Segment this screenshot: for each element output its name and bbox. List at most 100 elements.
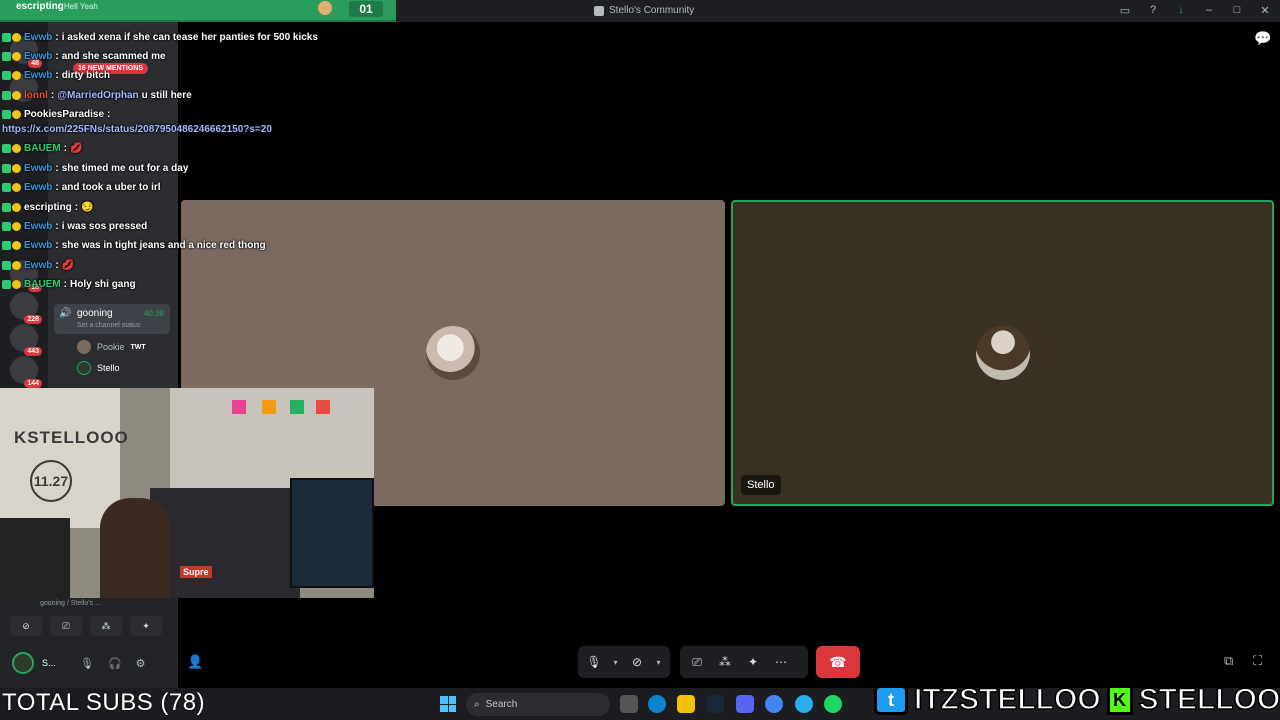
activities-icon[interactable]: ⁂ [714,651,736,673]
webcam-feed: KSTELLOOO 11.27 Supre [0,388,374,598]
webcam-box: KSTELLOOO 11.27 [0,388,128,528]
voice-action-buttons: ⊘ ⎚ ⁂ ✦ [10,616,166,636]
edge-icon[interactable] [648,695,666,713]
badge-icon [2,164,11,173]
chat-username[interactable]: escripting [24,202,72,213]
soundboard-icon[interactable]: ✦ [130,616,162,636]
badge-icon [2,203,11,212]
voice-member-pookie[interactable]: Pookie TWT [77,340,146,354]
search-icon: ⌕ [474,699,480,710]
chat-bubble-icon[interactable]: 💬 [1254,30,1271,46]
chat-separator: : [63,279,68,290]
chat-username[interactable]: BAUEM [24,143,61,154]
server-icon[interactable]: 144 [10,356,42,388]
chat-username[interactable]: Ewwb [24,240,52,251]
pop-out-icon[interactable]: ⧉ [1224,653,1233,669]
screen-share-icon[interactable]: ⎚ [686,651,708,673]
chevron-down-icon[interactable]: ▾ [653,651,664,673]
chat-text: i was sos pressed [61,221,148,232]
close-icon[interactable]: ✕ [1258,4,1272,17]
file-explorer-icon[interactable] [677,695,695,713]
chat-separator: : [63,143,68,154]
kick-handle: STELLOOO [1138,682,1280,717]
chat-separator: : [55,51,59,62]
chevron-down-icon[interactable]: ▾ [610,651,621,673]
fullscreen-icon[interactable]: ⛶ [1253,653,1262,669]
chat-badges [2,222,21,231]
voice-member-stello[interactable]: Stello [77,361,120,375]
microphone-icon[interactable]: 🎙 [80,657,94,670]
gear-icon[interactable]: ⚙ [136,657,146,670]
badge-icon [2,222,11,231]
app-icon[interactable] [620,695,638,713]
chat-mention[interactable]: @MarriedOrphan [57,90,138,101]
telegram-icon[interactable] [795,695,813,713]
windows-start-icon[interactable] [440,696,456,712]
badge-icon [2,261,11,270]
chat-username[interactable]: Ewwb [24,182,52,193]
avatar [426,326,480,380]
minimize-icon[interactable]: – [1202,4,1216,17]
discord-icon[interactable] [736,695,754,713]
member-name: Pookie [97,342,125,352]
social-banner: t ITZSTELLOO K STELLOOO [874,682,1280,718]
add-user-icon[interactable]: 👤 [187,654,203,670]
chat-badges [2,33,21,42]
chat-username[interactable]: lonnl [24,90,48,101]
alert-message: Hell Yeah [64,2,98,11]
channel-status[interactable]: Set a channel status [77,322,140,329]
chat-message: lonnl : @MarriedOrphan u still here [2,90,192,101]
chat-separator: : [55,182,59,193]
spotify-icon[interactable] [824,695,842,713]
soundboard-icon[interactable]: ✦ [742,651,764,673]
avatar[interactable] [12,652,34,674]
maximize-icon[interactable]: □ [1230,4,1244,17]
screen-share-icon[interactable]: ⎚ [50,616,82,636]
activities-icon[interactable]: ⁂ [90,616,122,636]
camera-off-icon[interactable]: ⊘ [10,616,42,636]
chat-username[interactable]: Ewwb [24,70,52,81]
chat-message: PookiesParadise : [2,109,113,120]
help-icon[interactable]: ? [1146,4,1160,17]
chat-username[interactable]: Ewwb [24,51,52,62]
webcam-chair [0,518,70,598]
discord-logo-icon [594,5,604,16]
chat-text: 💋 [61,260,75,271]
avatar [975,326,1030,380]
alert-count: 01 [349,1,383,17]
box-text: KSTELLOOO [14,428,129,447]
box-number: 11.27 [30,460,72,502]
server-icon[interactable]: 443 [10,324,42,356]
voice-connection-info[interactable]: gooning / Stello's ... [40,600,101,607]
chat-username[interactable]: Ewwb [24,32,52,43]
twitter-icon: t [874,685,908,715]
camera-off-icon[interactable]: ⊘ [627,651,647,673]
chat-message: escripting : 😏 [2,202,94,213]
chat-username[interactable]: Ewwb [24,260,52,271]
activity-controls: ⎚ ⁂ ✦ ⋯ [680,646,808,678]
download-icon[interactable]: ↓ [1174,4,1188,17]
more-options-icon[interactable]: ⋯ [770,651,792,673]
participant-name-tag: Stello [741,475,781,495]
inbox-icon[interactable]: ▭ [1118,4,1132,17]
chrome-icon[interactable] [765,695,783,713]
voice-channel-gooning[interactable]: 🔊 gooning 40:38 Set a channel status [54,304,170,334]
chat-link[interactable]: https://x.com/225FNs/status/208795048624… [2,124,272,135]
headphones-icon[interactable]: 🎧 [108,657,122,670]
chat-text: and she scammed me [61,51,166,62]
window-title: Stello's Community [594,5,694,16]
chat-username[interactable]: BAUEM [24,279,61,290]
video-tile-stello[interactable]: Stello [731,200,1274,506]
chat-username[interactable]: Ewwb [24,163,52,174]
username[interactable]: S... [42,658,66,668]
disconnect-call-button[interactable]: ☎ [816,646,860,678]
voice-channel-name: gooning [77,308,113,319]
server-icon[interactable]: 228 [10,292,42,324]
chat-username[interactable]: PookiesParadise [24,109,104,120]
webcam-person [100,498,170,598]
server-badge: 443 [24,347,42,356]
taskbar-search[interactable]: ⌕ Search [466,693,610,716]
chat-username[interactable]: Ewwb [24,221,52,232]
microphone-icon[interactable]: 🎙 [584,651,604,673]
steam-icon[interactable] [706,695,724,713]
